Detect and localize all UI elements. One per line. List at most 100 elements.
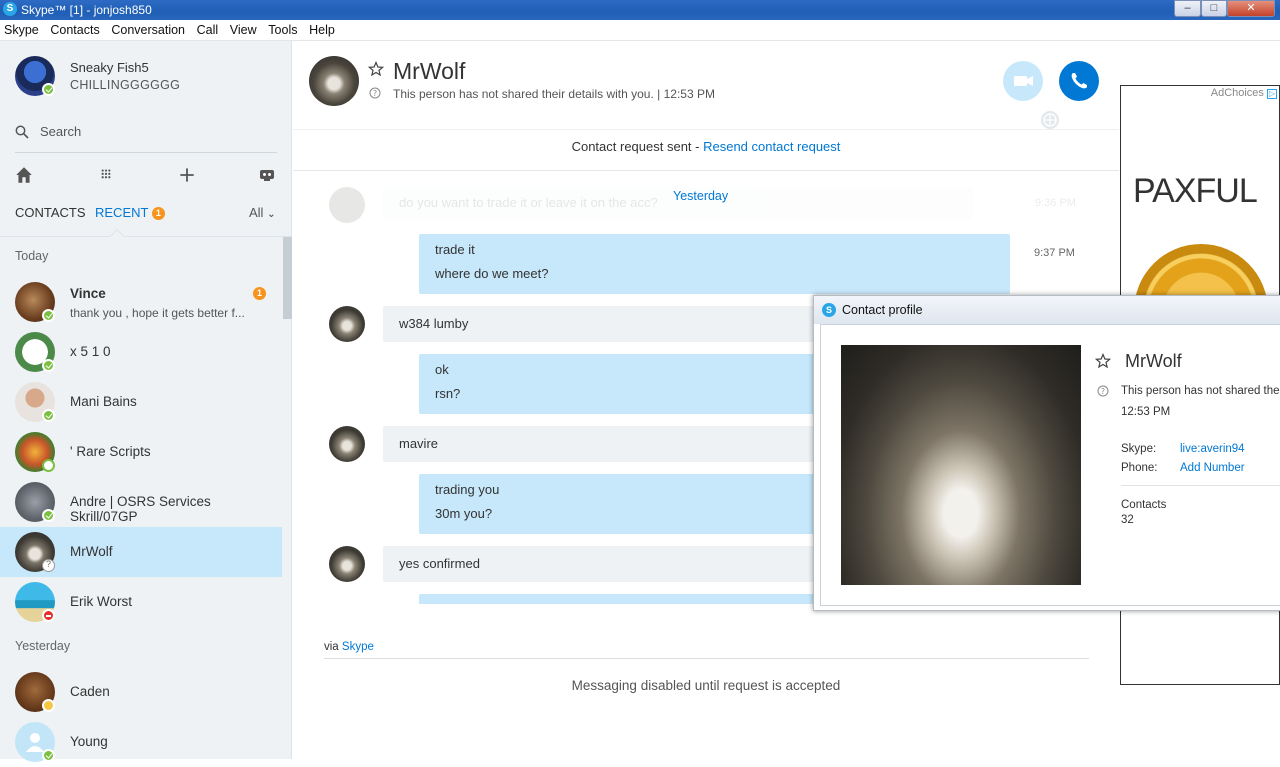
menu-help[interactable]: Help xyxy=(305,20,339,37)
conversation-avatar[interactable] xyxy=(309,56,359,106)
profile-name: MrWolf xyxy=(1125,351,1182,371)
ad-choices-label[interactable]: AdChoices ▷ xyxy=(1211,87,1277,99)
recent-count-badge: 1 xyxy=(151,207,165,220)
status-online-icon xyxy=(42,309,55,322)
ad-choices-icon: ▷ xyxy=(1267,89,1277,99)
skype-label: Skype: xyxy=(1121,443,1157,455)
audio-call-button[interactable] xyxy=(1059,61,1099,101)
filter-dropdown[interactable]: All ⌄ xyxy=(249,205,275,220)
my-name[interactable]: Sneaky Fish5 xyxy=(70,60,149,75)
skype-logo-icon: S xyxy=(3,2,17,16)
conversation-subtitle: This person has not shared their details… xyxy=(393,87,715,101)
contact-item-vince[interactable]: Vince thank you , hope it gets better f.… xyxy=(0,277,282,327)
message-bubble-incoming: yes confirmed xyxy=(383,546,823,582)
via-skype-link[interactable]: Skype xyxy=(342,641,374,653)
message-bubble-incoming: w384 lumby xyxy=(383,306,823,342)
via-text: via xyxy=(324,641,342,653)
menu-view[interactable]: View xyxy=(226,20,261,37)
my-mood[interactable]: CHILLINGGGGGG xyxy=(70,78,180,92)
status-online-icon xyxy=(42,509,55,522)
popup-title: Contact profile xyxy=(842,303,923,317)
filter-value: All xyxy=(249,205,264,220)
minimize-button[interactable]: – xyxy=(1174,0,1201,17)
sender-avatar xyxy=(329,426,365,462)
tab-contacts[interactable]: CONTACTS xyxy=(15,205,86,220)
profile-content: MrWolf ? This person has not shared thei… xyxy=(820,324,1280,606)
globe-icon[interactable] xyxy=(1040,110,1060,130)
window-title: Skype™ [1] - jonjosh850 xyxy=(21,3,152,17)
video-camera-icon xyxy=(1014,76,1033,86)
menu-bar: Skype Contacts Conversation Call View To… xyxy=(0,20,1280,41)
compose-divider xyxy=(324,658,1089,659)
conversation-title: MrWolf xyxy=(393,58,466,84)
sender-avatar xyxy=(329,546,365,582)
dialpad-icon[interactable] xyxy=(96,165,116,185)
menu-contacts[interactable]: Contacts xyxy=(46,20,103,37)
menu-call[interactable]: Call xyxy=(193,20,223,37)
contact-name: ' Rare Scripts xyxy=(70,444,151,459)
maximize-button[interactable]: □ xyxy=(1201,0,1227,17)
profile-photo xyxy=(841,345,1081,585)
messaging-disabled-text: Messaging disabled until request is acce… xyxy=(571,678,841,693)
status-online-icon xyxy=(42,749,55,762)
contact-name: MrWolf xyxy=(70,544,113,559)
status-online-icon xyxy=(42,359,55,372)
sidebar: Sneaky Fish5 CHILLINGGGGGG Search CONTAC… xyxy=(0,41,292,762)
contact-item-andre[interactable]: Andre | OSRS Services Skrill/07GP xyxy=(0,477,282,527)
resend-request-link[interactable]: Resend contact request xyxy=(703,139,840,154)
favorite-star-icon[interactable] xyxy=(1095,353,1111,369)
contact-name: x 5 1 0 xyxy=(70,344,111,359)
message-time: 9:37 PM xyxy=(1034,247,1075,259)
home-icon[interactable] xyxy=(14,165,34,185)
group-header-yesterday: Yesterday xyxy=(15,639,71,653)
message-line: trade it xyxy=(435,242,475,257)
ad-choices-text: AdChoices xyxy=(1210,87,1264,99)
add-number-link[interactable]: Add Number xyxy=(1180,462,1245,474)
status-online-icon xyxy=(42,409,55,422)
contact-item-young[interactable]: Young xyxy=(0,717,282,767)
message-bubble-outgoing: trade it where do we meet? xyxy=(419,234,1010,294)
tab-recent-label: RECENT xyxy=(95,205,149,220)
contact-name: Vince xyxy=(70,286,106,301)
contacts-label: Contacts xyxy=(1121,499,1167,511)
status-unknown-icon xyxy=(42,559,55,572)
contact-request-bar: Contact request sent - Resend contact re… xyxy=(293,129,1119,171)
add-icon[interactable] xyxy=(177,165,197,185)
menu-conversation[interactable]: Conversation xyxy=(107,20,189,37)
tabs-divider xyxy=(0,236,292,237)
contact-item-erik-worst[interactable]: Erik Worst xyxy=(0,577,282,627)
tab-recent[interactable]: RECENT 1 xyxy=(95,205,165,220)
contact-item-caden[interactable]: Caden xyxy=(0,667,282,717)
window-titlebar: S Skype™ [1] - jonjosh850 – □ ✕ xyxy=(0,0,1280,20)
contact-item-mrwolf[interactable]: MrWolf xyxy=(0,527,282,577)
contact-name: Caden xyxy=(70,684,110,699)
skype-id-link[interactable]: live:averin94 xyxy=(1180,443,1245,455)
contact-item-x510[interactable]: x 5 1 0 xyxy=(0,327,282,377)
message-time: 9:36 PM xyxy=(1035,197,1076,209)
info-icon: ? xyxy=(369,87,381,99)
contact-name: Erik Worst xyxy=(70,594,133,609)
sidebar-toolbar xyxy=(0,161,292,191)
my-status-online-icon[interactable] xyxy=(42,83,55,96)
skype-small-icon: S xyxy=(822,303,836,317)
day-divider: Yesterday xyxy=(673,189,729,203)
search-input[interactable]: Search xyxy=(40,124,81,139)
contact-item-rare-scripts[interactable]: ' Rare Scripts xyxy=(0,427,282,477)
contact-tabs: CONTACTS RECENT 1 All ⌄ xyxy=(15,204,277,226)
menu-tools[interactable]: Tools xyxy=(264,20,301,37)
status-away-icon xyxy=(42,699,55,712)
video-call-button[interactable] xyxy=(1003,61,1043,101)
status-offline-icon xyxy=(42,459,55,472)
contact-item-mani-bains[interactable]: Mani Bains xyxy=(0,377,282,427)
menu-skype[interactable]: Skype xyxy=(0,20,43,37)
search-icon xyxy=(15,125,29,139)
favorite-star-icon[interactable] xyxy=(368,61,384,77)
ad-brand: PAXFUL xyxy=(1133,172,1258,210)
chevron-down-icon: ⌄ xyxy=(267,209,276,220)
close-window-button[interactable]: ✕ xyxy=(1227,0,1275,17)
bot-icon[interactable] xyxy=(257,165,277,185)
svg-text:?: ? xyxy=(373,89,377,98)
phone-label: Phone: xyxy=(1121,462,1158,474)
search-box[interactable]: Search xyxy=(15,123,277,153)
sidebar-scrollbar[interactable] xyxy=(283,237,292,319)
